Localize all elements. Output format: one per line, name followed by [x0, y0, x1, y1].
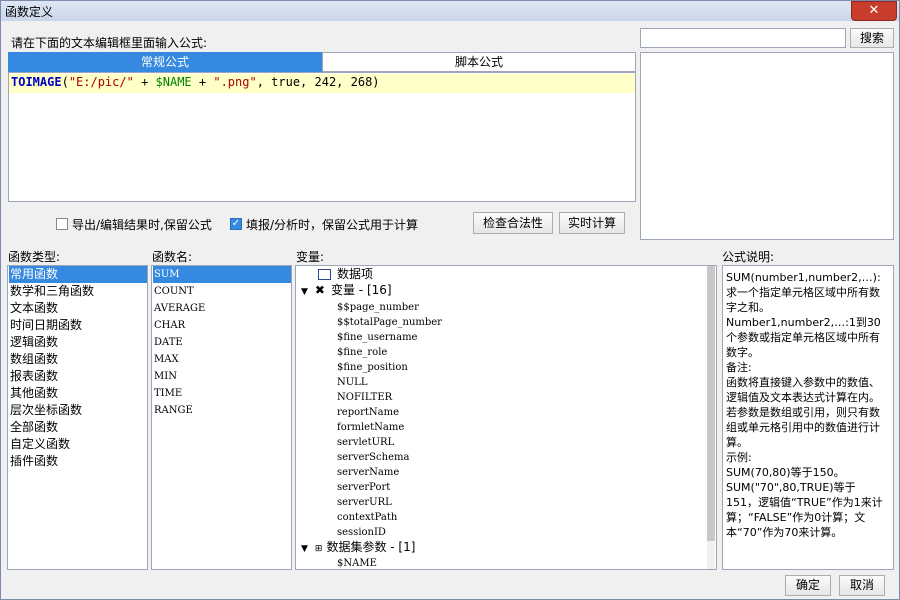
list-item[interactable]: 其他函数 — [9, 385, 58, 402]
description-line: SUM(number1,number2,…):求一个指定单元格区域中所有数字之和… — [726, 271, 881, 314]
list-item[interactable]: 层次坐标函数 — [9, 402, 82, 419]
category-header: 函数类型: — [8, 250, 61, 264]
tree-leaf[interactable]: $$page_number — [337, 300, 419, 315]
tree-leaf[interactable]: $$totalPage_number — [337, 315, 442, 330]
variable-icon: ✖ — [314, 283, 325, 297]
list-item[interactable]: 数学和三角函数 — [9, 283, 94, 300]
description-line: SUM(70,80)等于150。 — [726, 466, 845, 479]
tree-leaf[interactable]: $fine_username — [337, 330, 417, 345]
description-line: Number1,number2,…:1到30个参数或指定单元格区域中所有数字。 — [726, 316, 881, 359]
window-title: 函数定义 — [5, 5, 54, 19]
tree-leaf[interactable]: $fine_role — [337, 345, 387, 360]
editor-prompt: 请在下面的文本编辑框里面输入公式: — [11, 36, 208, 50]
list-item[interactable]: 数组函数 — [9, 351, 58, 368]
tree-leaf[interactable]: serverSchema — [337, 450, 409, 465]
list-item[interactable]: TIME — [153, 385, 182, 402]
fill-keep-checkbox[interactable]: ✓ — [230, 218, 242, 230]
list-item[interactable]: 时间日期函数 — [9, 317, 82, 334]
description-line: SUM("70",80,TRUE)等于151，逻辑值“TRUE”作为1来计算；“… — [726, 481, 883, 539]
list-item[interactable]: 全部函数 — [9, 419, 58, 436]
export-keep-checkbox[interactable] — [56, 218, 68, 230]
list-item[interactable]: 插件函数 — [9, 453, 58, 470]
description-line: 函数将直接键入参数中的数值、逻辑值及文本表达式计算在内。若参数是数组或引用，则只… — [726, 376, 880, 449]
export-keep-label: 导出/编辑结果时,保留公式 — [72, 218, 212, 232]
tab-regular-formula[interactable]: 常规公式 — [8, 52, 322, 72]
tree-leaf[interactable]: NULL — [337, 375, 367, 390]
close-button[interactable]: ✕ — [851, 1, 897, 21]
variable-tree[interactable]: 数据项 ▼ ✖ 变量 - [16] $$page_number $$totalPag… — [295, 265, 717, 570]
list-item[interactable]: RANGE — [153, 402, 193, 419]
list-item[interactable]: AVERAGE — [153, 300, 205, 317]
tree-leaf[interactable]: contextPath — [337, 510, 397, 525]
tree-leaf[interactable]: reportName — [337, 405, 399, 420]
function-list[interactable]: SUM COUNT AVERAGE CHAR DATE MAX MIN TIME… — [151, 265, 292, 570]
tree-leaf[interactable]: $fine_position — [337, 360, 408, 375]
search-button[interactable]: 搜索 — [850, 28, 894, 48]
variable-header: 变量: — [296, 250, 325, 264]
tree-scrollbar[interactable] — [707, 266, 715, 569]
description-panel: SUM(number1,number2,…):求一个指定单元格区域中所有数字之和… — [722, 265, 894, 570]
title-bar: 函数定义 ✕ — [1, 1, 899, 21]
tree-node-variables[interactable]: ▼ ✖ 变量 - [16] — [301, 283, 392, 298]
search-results[interactable] — [640, 52, 894, 240]
tree-leaf[interactable]: $NAME — [337, 556, 377, 569]
formula-args: , true, 242, 268) — [256, 75, 380, 89]
list-item[interactable]: MIN — [153, 368, 177, 385]
expand-arrow-icon: ▼ — [301, 287, 308, 297]
list-item[interactable]: MAX — [153, 351, 179, 368]
list-item[interactable]: SUM — [153, 266, 291, 283]
tree-leaf[interactable]: sessionID — [337, 525, 386, 540]
function-header: 函数名: — [152, 250, 193, 264]
formula-string-ext: ".png" — [213, 75, 257, 89]
formula-operator: + — [191, 75, 214, 89]
tree-leaf[interactable]: serverName — [337, 465, 399, 480]
formula-operator: + — [133, 75, 156, 89]
description-header: 公式说明: — [722, 250, 775, 264]
description-line: 示例: — [726, 451, 752, 464]
description-line: 备注: — [726, 361, 752, 374]
tree-node-label: 数据项 — [337, 267, 374, 281]
formula-string-path: "E:/pic/" — [68, 75, 134, 89]
search-input[interactable] — [640, 28, 846, 48]
list-item[interactable]: 文本函数 — [9, 300, 58, 317]
list-item[interactable]: COUNT — [153, 283, 194, 300]
list-item[interactable]: 自定义函数 — [9, 436, 70, 453]
list-item[interactable]: CHAR — [153, 317, 185, 334]
check-validity-button[interactable]: 检查合法性 — [473, 212, 553, 234]
formula-variable: $NAME — [155, 75, 192, 89]
tree-leaf[interactable]: NOFILTER — [337, 390, 392, 405]
list-item[interactable]: 报表函数 — [9, 368, 58, 385]
tree-leaf[interactable]: formletName — [337, 420, 404, 435]
scrollbar-thumb[interactable] — [707, 266, 715, 541]
tree-node-data-item[interactable]: 数据项 — [318, 267, 373, 282]
tree-node-label: 变量 - [16] — [330, 283, 392, 297]
list-item[interactable]: 常用函数 — [9, 266, 147, 283]
tree-node-label: 数据集参数 - [1] — [326, 540, 416, 554]
formula-function: TOIMAGE — [11, 75, 62, 89]
realtime-calc-button[interactable]: 实时计算 — [559, 212, 625, 234]
list-icon — [318, 269, 331, 280]
list-item[interactable]: 逻辑函数 — [9, 334, 58, 351]
function-definition-dialog: 函数定义 ✕ 请在下面的文本编辑框里面输入公式: 常规公式 脚本公式 TOIMA… — [0, 0, 900, 600]
fill-keep-label: 填报/分析时，保留公式用于计算 — [246, 218, 419, 232]
formula-paren: ( — [61, 75, 69, 89]
tree-leaf[interactable]: servletURL — [337, 435, 394, 450]
cancel-button[interactable]: 取消 — [839, 575, 885, 596]
dataset-icon: ⊞ — [314, 544, 323, 554]
list-item[interactable]: DATE — [153, 334, 183, 351]
expand-arrow-icon: ▼ — [301, 544, 308, 554]
tab-script-formula[interactable]: 脚本公式 — [322, 52, 636, 72]
ok-button[interactable]: 确定 — [785, 575, 831, 596]
tree-node-dataset-params[interactable]: ▼ ⊞ 数据集参数 - [1] — [301, 540, 415, 555]
formula-line[interactable]: TOIMAGE("E:/pic/" + $NAME + ".png", true… — [9, 74, 635, 93]
tree-leaf[interactable]: serverPort — [337, 480, 390, 495]
category-list[interactable]: 常用函数 数学和三角函数 文本函数 时间日期函数 逻辑函数 数组函数 报表函数 … — [7, 265, 148, 570]
tree-leaf[interactable]: serverURL — [337, 495, 392, 510]
